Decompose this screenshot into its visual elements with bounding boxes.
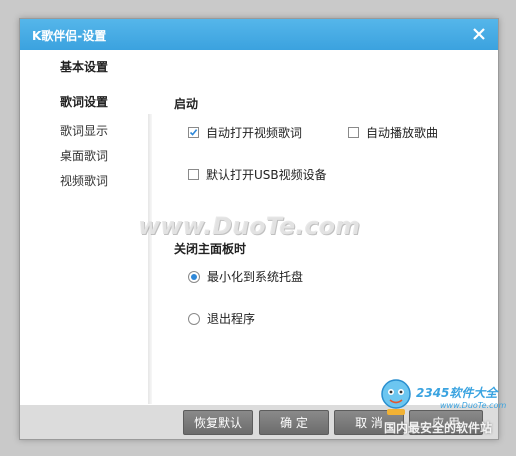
sidebar-group-lyrics[interactable]: 歌词设置: [20, 93, 148, 110]
sidebar-item-lyrics-display[interactable]: 歌词显示: [20, 122, 148, 139]
option-label: 默认打开USB视频设备: [206, 168, 327, 182]
option-label: 退出程序: [207, 312, 256, 326]
sidebar: 基本设置 歌词设置 歌词显示 桌面歌词 视频歌词: [20, 50, 152, 405]
checkbox[interactable]: [188, 169, 199, 180]
option-label: 自动打开视频歌词: [206, 126, 303, 140]
slogan-watermark: 国内最安全的软件站: [384, 421, 493, 435]
ok-button[interactable]: 确 定: [259, 410, 329, 435]
small-watermark: www.DuoTe.com: [440, 401, 507, 410]
duote-watermark: www.DuoTe.com: [138, 212, 360, 240]
radio-selected[interactable]: [188, 270, 200, 283]
checkbox[interactable]: [348, 127, 359, 138]
option-label: 自动播放歌曲: [366, 126, 439, 140]
option-auto-play-song[interactable]: 自动播放歌曲: [348, 124, 438, 141]
option-minimize-to-tray[interactable]: 最小化到系统托盘: [188, 268, 303, 285]
section-startup: 启动: [174, 97, 199, 111]
window-title: K歌伴侣-设置: [32, 29, 107, 43]
option-label: 最小化到系统托盘: [207, 270, 304, 284]
option-exit-program[interactable]: 退出程序: [188, 310, 255, 327]
option-auto-open-video-lyrics[interactable]: 自动打开视频歌词: [188, 124, 302, 141]
sidebar-item-desktop-lyrics[interactable]: 桌面歌词: [20, 147, 148, 164]
option-open-usb-video[interactable]: 默认打开USB视频设备: [188, 166, 327, 183]
radio[interactable]: [188, 312, 200, 325]
close-icon[interactable]: [470, 25, 488, 43]
site-watermark: 2345软件大全: [416, 386, 498, 400]
mascot-logo-icon: [381, 379, 411, 415]
checkbox-checked[interactable]: [188, 127, 199, 138]
section-close-panel: 关闭主面板时: [174, 242, 247, 256]
sidebar-item-basic[interactable]: 基本设置: [20, 58, 148, 75]
restore-defaults-button[interactable]: 恢复默认: [183, 410, 253, 435]
title-bar: K歌伴侣-设置: [20, 19, 498, 50]
sidebar-item-video-lyrics[interactable]: 视频歌词: [20, 172, 148, 189]
